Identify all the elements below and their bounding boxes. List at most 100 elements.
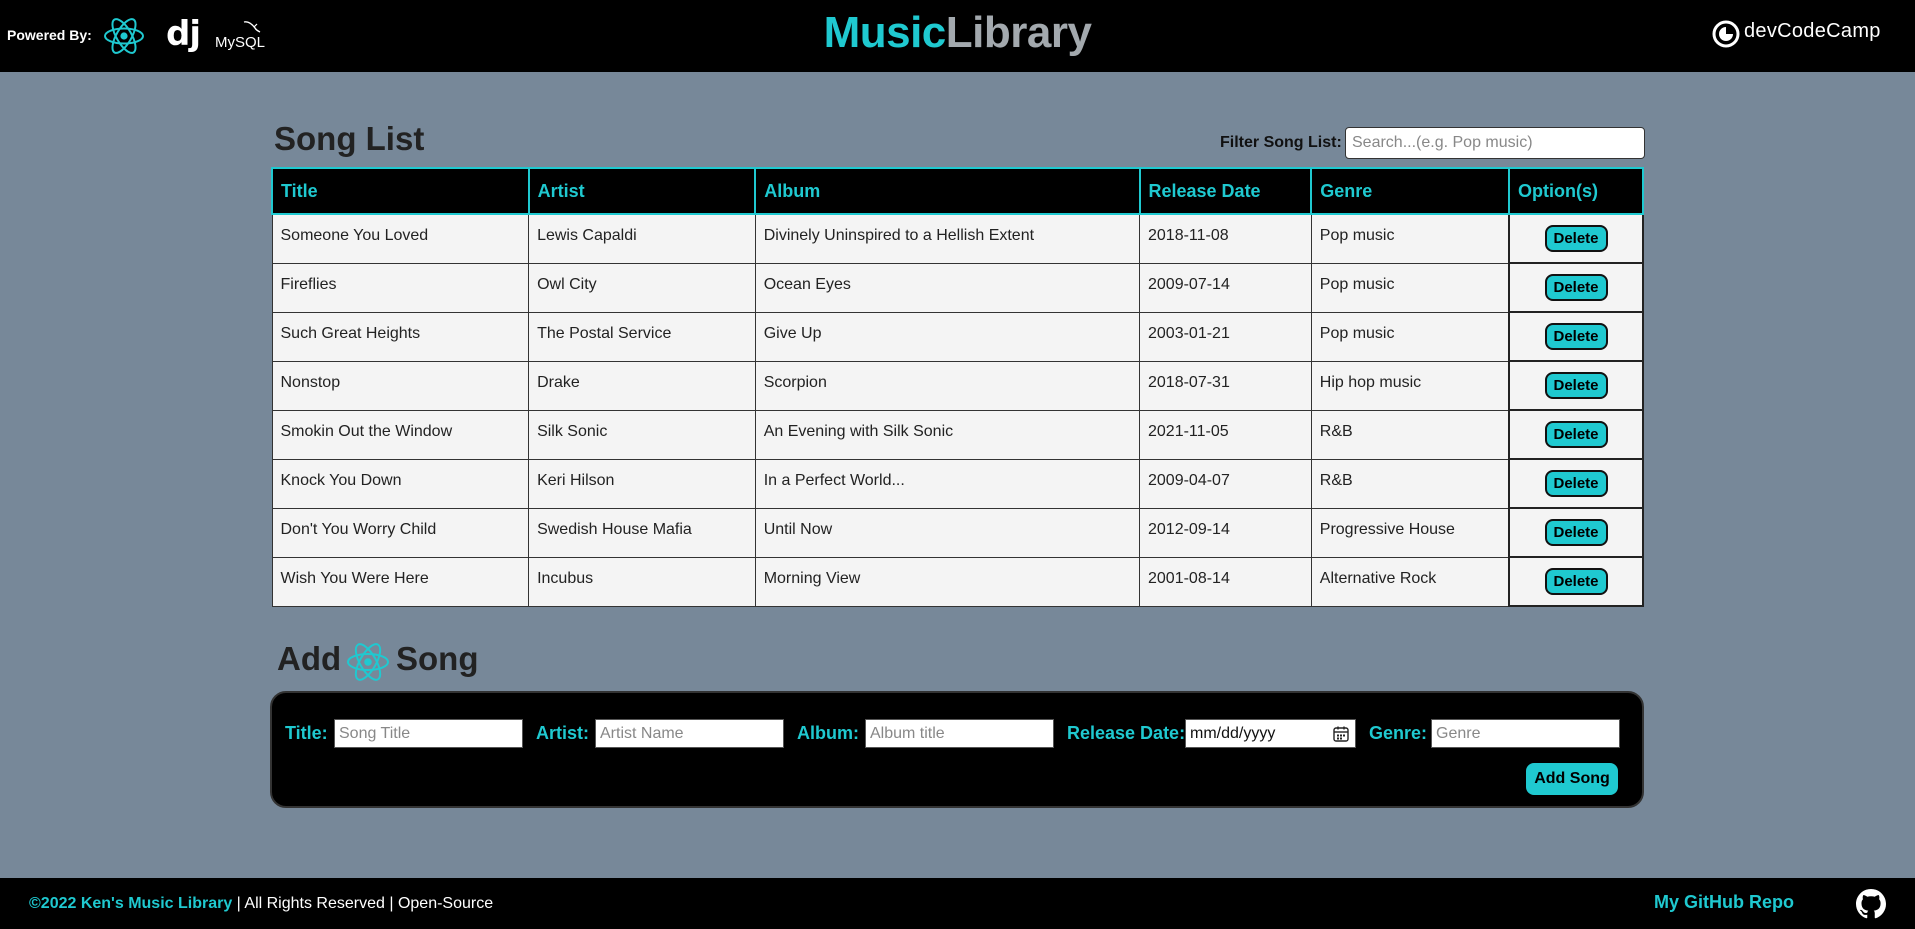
cell-release-date: 2009-07-14 [1139, 262, 1312, 313]
cell-album: An Evening with Silk Sonic [754, 409, 1141, 460]
cell-genre: Pop music [1310, 262, 1510, 313]
genre-field-label: Genre: [1369, 723, 1428, 743]
release-date-input[interactable]: mm/dd/yyyy [1185, 719, 1356, 748]
cell-genre: Hip hop music [1310, 360, 1510, 411]
cell-options: Delete [1508, 507, 1644, 558]
cell-title: Such Great Heights [271, 311, 530, 362]
footer-copyright: ©2022 Ken's Music Library | All Rights R… [29, 895, 493, 913]
cell-album: Divinely Uninspired to a Hellish Extent [754, 213, 1141, 264]
cell-album: Give Up [754, 311, 1141, 362]
add-song-title-word1: Add [277, 640, 342, 677]
delete-button[interactable]: Delete [1544, 421, 1608, 448]
column-header-album[interactable]: Album [754, 167, 1141, 215]
cell-options: Delete [1508, 360, 1644, 411]
cell-release-date: 2001-08-14 [1139, 556, 1312, 607]
cell-album: Morning View [754, 556, 1141, 607]
table-row: Don't You Worry Child Swedish House Mafi… [271, 507, 1644, 558]
cell-genre: Pop music [1310, 311, 1510, 362]
cell-genre: R&B [1310, 458, 1510, 509]
cell-title: Knock You Down [271, 458, 530, 509]
cell-options: Delete [1508, 213, 1644, 264]
cell-title: Don't You Worry Child [271, 507, 530, 558]
add-song-form: Title: Artist: Album: Release Date: mm/d… [270, 691, 1644, 808]
cell-album: Until Now [754, 507, 1141, 558]
table-row: Smokin Out the Window Silk Sonic An Even… [271, 409, 1644, 460]
title-field-label: Title: [285, 723, 328, 743]
app-title-library: Library [945, 8, 1092, 57]
album-title-input[interactable] [865, 719, 1054, 748]
cell-artist: Swedish House Mafia [528, 507, 756, 558]
album-field-label: Album: [797, 723, 859, 743]
artist-field-label: Artist: [536, 723, 589, 743]
cell-genre: Progressive House [1310, 507, 1510, 558]
top-header: Powered By: dj MySQL MusicLibrary devCod… [0, 0, 1915, 72]
cell-genre: R&B [1310, 409, 1510, 460]
add-song-title-word2: Song [396, 640, 479, 677]
release-date-placeholder: mm/dd/yyyy [1190, 725, 1276, 742]
cell-title: Nonstop [271, 360, 530, 411]
cell-artist: Lewis Capaldi [528, 213, 756, 264]
app-title-music: Music [823, 8, 947, 57]
table-row: Someone You Loved Lewis Capaldi Divinely… [271, 213, 1644, 264]
delete-button[interactable]: Delete [1544, 274, 1608, 301]
cell-release-date: 2012-09-14 [1139, 507, 1312, 558]
delete-button[interactable]: Delete [1544, 372, 1608, 399]
column-header-title[interactable]: Title [271, 167, 530, 215]
cell-title: Fireflies [271, 262, 530, 313]
cell-release-date: 2018-07-31 [1139, 360, 1312, 411]
delete-button[interactable]: Delete [1544, 568, 1608, 595]
cell-artist: Owl City [528, 262, 756, 313]
github-repo-link[interactable]: My GitHub Repo [1654, 892, 1794, 913]
cell-artist: Keri Hilson [528, 458, 756, 509]
genre-input[interactable] [1431, 719, 1620, 748]
cell-title: Someone You Loved [271, 213, 530, 264]
cell-options: Delete [1508, 409, 1644, 460]
song-title-input[interactable] [334, 719, 523, 748]
cell-artist: Silk Sonic [528, 409, 756, 460]
cell-options: Delete [1508, 311, 1644, 362]
column-header-genre[interactable]: Genre [1310, 167, 1511, 215]
cell-options: Delete [1508, 556, 1644, 607]
calendar-icon[interactable] [1332, 725, 1350, 743]
cell-release-date: 2021-11-05 [1139, 409, 1312, 460]
table-row: Such Great Heights The Postal Service Gi… [271, 311, 1644, 362]
cell-genre: Pop music [1310, 213, 1510, 264]
cell-options: Delete [1508, 458, 1644, 509]
cell-artist: Incubus [528, 556, 756, 607]
add-song-button[interactable]: Add Song [1526, 763, 1618, 795]
table-row: Knock You Down Keri Hilson In a Perfect … [271, 458, 1644, 509]
table-row: Wish You Were Here Incubus Morning View … [271, 556, 1644, 607]
delete-button[interactable]: Delete [1544, 225, 1608, 252]
cell-album: In a Perfect World... [754, 458, 1141, 509]
filter-search-input[interactable] [1345, 127, 1645, 159]
devcodecamp-icon [1712, 20, 1740, 48]
table-row: Fireflies Owl City Ocean Eyes 2009-07-14… [271, 262, 1644, 313]
delete-button[interactable]: Delete [1544, 323, 1608, 350]
footer: ©2022 Ken's Music Library | All Rights R… [0, 878, 1915, 929]
table-header-row: Title Artist Album Release Date Genre Op… [271, 167, 1644, 215]
cell-release-date: 2009-04-07 [1139, 458, 1312, 509]
column-header-artist[interactable]: Artist [527, 167, 757, 215]
cell-title: Wish You Were Here [271, 556, 530, 607]
cell-album: Scorpion [754, 360, 1141, 411]
release-date-field-label: Release Date: [1067, 723, 1186, 743]
table-row: Nonstop Drake Scorpion 2018-07-31 Hip ho… [271, 360, 1644, 411]
delete-button[interactable]: Delete [1544, 470, 1608, 497]
cell-options: Delete [1508, 262, 1644, 313]
github-icon[interactable] [1856, 889, 1886, 919]
filter-label: Filter Song List: [1220, 134, 1342, 151]
cell-artist: Drake [528, 360, 756, 411]
cell-artist: The Postal Service [528, 311, 756, 362]
copyright-owner: ©2022 Ken's Music Library [29, 895, 233, 912]
react-icon [347, 643, 389, 681]
artist-name-input[interactable] [595, 719, 784, 748]
cell-release-date: 2018-11-08 [1139, 213, 1312, 264]
copyright-rights: | All Rights Reserved | Open-Source [232, 895, 494, 912]
song-table: Title Artist Album Release Date Genre Op… [271, 167, 1644, 607]
column-header-options: Option(s) [1508, 167, 1644, 215]
column-header-release-date[interactable]: Release Date [1138, 167, 1313, 215]
song-list-title: Song List [274, 120, 425, 157]
cell-title: Smokin Out the Window [271, 409, 530, 460]
delete-button[interactable]: Delete [1544, 519, 1608, 546]
cell-genre: Alternative Rock [1310, 556, 1510, 607]
